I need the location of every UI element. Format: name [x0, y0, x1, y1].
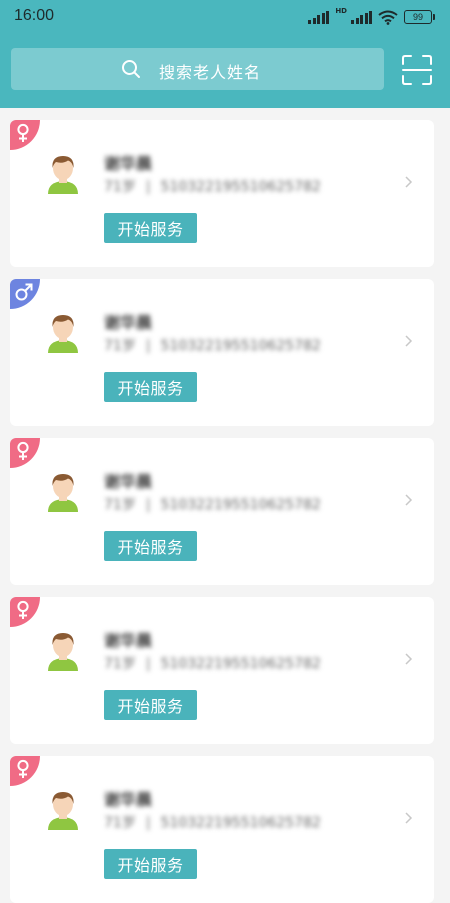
elder-card[interactable]: 谢华晨 71岁 | 510322195510625782 开始服务 [10, 756, 434, 903]
avatar-icon [48, 474, 78, 512]
start-service-button[interactable]: 开始服务 [104, 531, 197, 561]
elder-info: 71岁 | 510322195510625782 [104, 176, 321, 196]
elder-id-number: 510322195510625782 [160, 179, 321, 195]
elder-age: 71岁 [104, 815, 136, 831]
start-service-button[interactable]: 开始服务 [104, 849, 197, 879]
chevron-right-icon [405, 335, 413, 347]
chevron-right-icon [405, 653, 413, 665]
elder-age: 71岁 [104, 179, 136, 195]
battery-level: 99 [412, 12, 423, 22]
elder-id-number: 510322195510625782 [160, 338, 321, 354]
elder-name: 谢华晨 [104, 313, 153, 332]
elder-age: 71岁 [104, 497, 136, 513]
female-icon [17, 123, 29, 142]
avatar-icon [48, 633, 78, 671]
start-service-button[interactable]: 开始服务 [104, 690, 197, 720]
elder-card[interactable]: 谢华晨 71岁 | 510322195510625782 开始服务 [10, 597, 434, 744]
wifi-icon [378, 10, 398, 25]
elder-info: 71岁 | 510322195510625782 [104, 653, 321, 673]
elder-info: 71岁 | 510322195510625782 [104, 812, 321, 832]
chevron-right-icon [405, 494, 413, 506]
status-time: 16:00 [14, 7, 55, 24]
start-service-button[interactable]: 开始服务 [104, 213, 197, 243]
start-service-button[interactable]: 开始服务 [104, 372, 197, 402]
female-icon [17, 759, 29, 778]
elder-id-number: 510322195510625782 [160, 497, 321, 513]
app-header: 16:00 HD 99 搜索老人姓名 [0, 0, 450, 108]
elder-name: 谢华晨 [104, 631, 153, 650]
male-icon [15, 283, 33, 301]
female-gender-badge [10, 438, 40, 468]
elder-card[interactable]: 谢华晨 71岁 | 510322195510625782 开始服务 [10, 120, 434, 267]
female-icon [17, 600, 29, 619]
elder-name: 谢华晨 [104, 154, 153, 173]
info-separator: | [145, 815, 151, 831]
signal-icon-2 [351, 10, 372, 24]
scan-icon[interactable] [402, 55, 432, 85]
elder-info: 71岁 | 510322195510625782 [104, 494, 321, 514]
female-gender-badge [10, 120, 40, 150]
network-type-label: HD [335, 7, 347, 15]
info-separator: | [145, 497, 151, 513]
avatar-icon [48, 792, 78, 830]
elder-card[interactable]: 谢华晨 71岁 | 510322195510625782 开始服务 [10, 279, 434, 426]
elder-age: 71岁 [104, 338, 136, 354]
avatar-icon [48, 315, 78, 353]
search-input[interactable]: 搜索老人姓名 [11, 48, 384, 90]
status-icons: HD 99 [308, 7, 435, 26]
chevron-right-icon [405, 812, 413, 824]
elder-card[interactable]: 谢华晨 71岁 | 510322195510625782 开始服务 [10, 438, 434, 585]
info-separator: | [145, 338, 151, 354]
elder-info: 71岁 | 510322195510625782 [104, 335, 321, 355]
female-icon [17, 441, 29, 460]
info-separator: | [145, 179, 151, 195]
elder-id-number: 510322195510625782 [160, 815, 321, 831]
status-bar: 16:00 HD 99 [0, 0, 450, 34]
avatar-icon [48, 156, 78, 194]
search-placeholder: 搜索老人姓名 [159, 63, 262, 82]
battery-icon: 99 [404, 10, 435, 24]
elder-name: 谢华晨 [104, 790, 153, 809]
signal-icon [308, 10, 330, 24]
male-gender-badge [10, 279, 40, 309]
female-gender-badge [10, 597, 40, 627]
chevron-right-icon [405, 176, 413, 188]
info-separator: | [145, 656, 151, 672]
elder-name: 谢华晨 [104, 472, 153, 491]
elder-age: 71岁 [104, 656, 136, 672]
elder-id-number: 510322195510625782 [160, 656, 321, 672]
female-gender-badge [10, 756, 40, 786]
search-icon [122, 60, 140, 78]
